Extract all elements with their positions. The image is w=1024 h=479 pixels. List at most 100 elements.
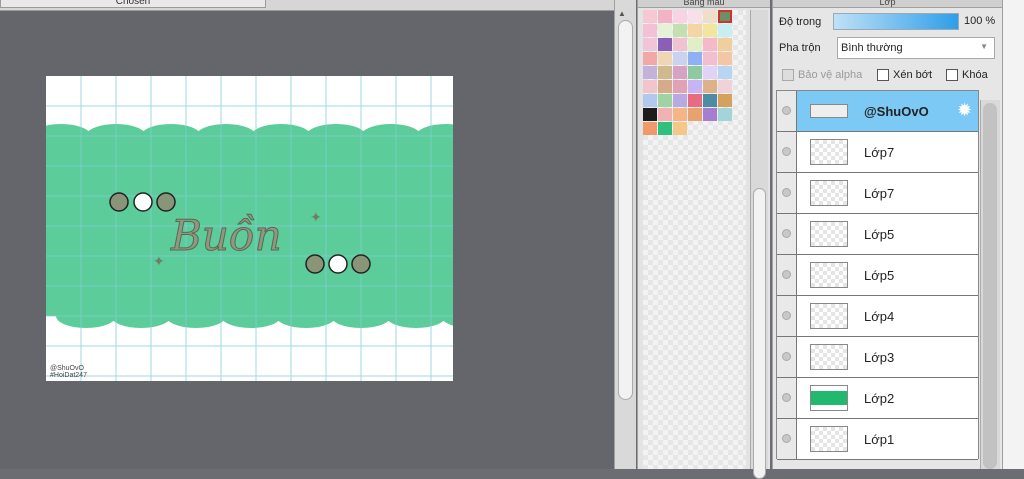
canvas-grid: ✦ ✦ Buồn bbox=[46, 76, 453, 381]
deco-circle bbox=[305, 254, 325, 274]
layer-thumbnail bbox=[810, 303, 848, 329]
blend-mode-select[interactable]: Bình thường ▼ bbox=[837, 37, 995, 59]
drawing-canvas[interactable]: ✦ ✦ Buồn @ShuOvO #HoiDat247 bbox=[46, 76, 453, 381]
color-swatch[interactable] bbox=[703, 80, 717, 93]
color-swatch[interactable] bbox=[718, 94, 732, 107]
color-swatch[interactable] bbox=[658, 52, 672, 65]
color-swatch[interactable] bbox=[673, 66, 687, 79]
color-swatch[interactable] bbox=[673, 80, 687, 93]
color-swatch[interactable] bbox=[673, 94, 687, 107]
canvas-workspace[interactable]: Chosen ✦ ✦ Buồn @ShuOvO #HoiDat247 bbox=[0, 0, 614, 469]
color-swatch[interactable] bbox=[658, 38, 672, 51]
color-swatch[interactable] bbox=[688, 10, 702, 23]
scrollbar-thumb[interactable] bbox=[753, 188, 766, 479]
opacity-slider[interactable] bbox=[833, 13, 959, 30]
scroll-up-arrow-icon[interactable]: ▲ bbox=[618, 9, 626, 18]
deco-circle bbox=[328, 254, 348, 274]
color-palette-panel: Bảng màu bbox=[637, 0, 770, 479]
layer-row[interactable]: Lớp1 bbox=[777, 419, 978, 460]
deco-circle bbox=[351, 254, 371, 274]
color-swatch[interactable] bbox=[643, 94, 657, 107]
layer-settings-gear-icon[interactable]: ✹ bbox=[957, 100, 972, 121]
color-swatch[interactable] bbox=[673, 122, 687, 135]
color-swatch[interactable] bbox=[673, 10, 687, 23]
right-edge-panel bbox=[1002, 0, 1024, 469]
visibility-toggle-icon[interactable] bbox=[777, 378, 797, 418]
layer-row[interactable]: Lớp2 bbox=[777, 378, 978, 419]
visibility-toggle-icon[interactable] bbox=[777, 337, 797, 377]
color-swatch[interactable] bbox=[703, 10, 717, 23]
color-swatch[interactable] bbox=[688, 108, 702, 121]
layer-list-scrollbar[interactable] bbox=[980, 100, 1000, 469]
color-swatch[interactable] bbox=[688, 94, 702, 107]
color-swatch[interactable] bbox=[688, 38, 702, 51]
layer-row[interactable]: Lớp5 bbox=[777, 214, 978, 255]
visibility-toggle-icon[interactable] bbox=[777, 255, 797, 295]
color-swatch[interactable] bbox=[643, 66, 657, 79]
layer-row[interactable]: Lớp7 bbox=[777, 132, 978, 173]
checkbox-box bbox=[782, 69, 794, 81]
color-swatch[interactable] bbox=[643, 122, 657, 135]
color-swatch[interactable] bbox=[643, 38, 657, 51]
color-swatch[interactable] bbox=[703, 24, 717, 37]
color-swatch[interactable] bbox=[688, 24, 702, 37]
color-swatch[interactable] bbox=[643, 80, 657, 93]
scrollbar-thumb[interactable] bbox=[618, 20, 633, 400]
color-swatch[interactable] bbox=[658, 24, 672, 37]
color-swatch[interactable] bbox=[703, 108, 717, 121]
color-swatch[interactable] bbox=[643, 10, 657, 23]
color-swatch[interactable] bbox=[703, 52, 717, 65]
scrollbar-thumb[interactable] bbox=[983, 103, 997, 469]
color-swatch[interactable] bbox=[673, 52, 687, 65]
visibility-toggle-icon[interactable] bbox=[777, 132, 797, 172]
color-swatch[interactable] bbox=[688, 52, 702, 65]
color-swatch[interactable] bbox=[658, 10, 672, 23]
layer-name: Lớp7 bbox=[864, 145, 895, 160]
layer-row[interactable]: Lớp7 bbox=[777, 173, 978, 214]
color-swatch[interactable] bbox=[658, 94, 672, 107]
color-swatch[interactable] bbox=[718, 52, 732, 65]
color-swatch[interactable] bbox=[673, 38, 687, 51]
lock-checkbox[interactable]: Khóa bbox=[946, 69, 988, 81]
protect-alpha-checkbox[interactable]: Bảo vệ alpha bbox=[782, 69, 862, 81]
layer-panel-header: Lớp bbox=[773, 0, 1002, 8]
layer-thumbnail bbox=[810, 344, 848, 370]
visibility-toggle-icon[interactable] bbox=[777, 91, 797, 131]
workspace-tab[interactable]: Chosen bbox=[0, 0, 266, 8]
color-swatch[interactable] bbox=[673, 24, 687, 37]
layer-row[interactable]: Lớp5 bbox=[777, 255, 978, 296]
color-swatch[interactable] bbox=[658, 108, 672, 121]
color-swatch[interactable] bbox=[643, 52, 657, 65]
visibility-toggle-icon[interactable] bbox=[777, 173, 797, 213]
layer-row[interactable]: Lớp4 bbox=[777, 296, 978, 337]
layer-row[interactable]: @ShuOvO ✹ bbox=[777, 91, 978, 132]
color-swatch[interactable] bbox=[673, 108, 687, 121]
visibility-toggle-icon[interactable] bbox=[777, 296, 797, 336]
color-swatch[interactable] bbox=[658, 122, 672, 135]
color-swatch[interactable] bbox=[688, 66, 702, 79]
color-swatch[interactable] bbox=[703, 66, 717, 79]
visibility-toggle-icon[interactable] bbox=[777, 419, 797, 459]
layer-list: @ShuOvO ✹ Lớp7 Lớp7 Lớp5 Lớp5 Lớp4 Lớp3 Lớp2 Lớp1 bbox=[776, 90, 979, 460]
palette-panel-header: Bảng màu bbox=[638, 0, 770, 8]
color-swatch[interactable] bbox=[643, 108, 657, 121]
palette-scrollbar[interactable] bbox=[750, 10, 768, 479]
layer-thumbnail bbox=[810, 385, 848, 411]
layer-row[interactable]: Lớp3 bbox=[777, 337, 978, 378]
color-swatch[interactable] bbox=[703, 38, 717, 51]
color-swatch[interactable] bbox=[688, 80, 702, 93]
checkbox-box bbox=[877, 69, 889, 81]
color-swatch[interactable] bbox=[658, 66, 672, 79]
color-swatch[interactable] bbox=[658, 80, 672, 93]
workspace-vertical-scrollbar[interactable]: ▲ bbox=[614, 0, 636, 469]
color-swatch[interactable] bbox=[703, 94, 717, 107]
clipping-checkbox[interactable]: Xén bớt bbox=[877, 69, 932, 81]
color-swatch[interactable] bbox=[643, 24, 657, 37]
color-swatch[interactable] bbox=[718, 108, 732, 121]
color-swatch[interactable] bbox=[718, 10, 732, 23]
visibility-toggle-icon[interactable] bbox=[777, 214, 797, 254]
color-swatch[interactable] bbox=[718, 80, 732, 93]
color-swatch[interactable] bbox=[718, 24, 732, 37]
color-swatch[interactable] bbox=[718, 66, 732, 79]
color-swatch[interactable] bbox=[718, 38, 732, 51]
